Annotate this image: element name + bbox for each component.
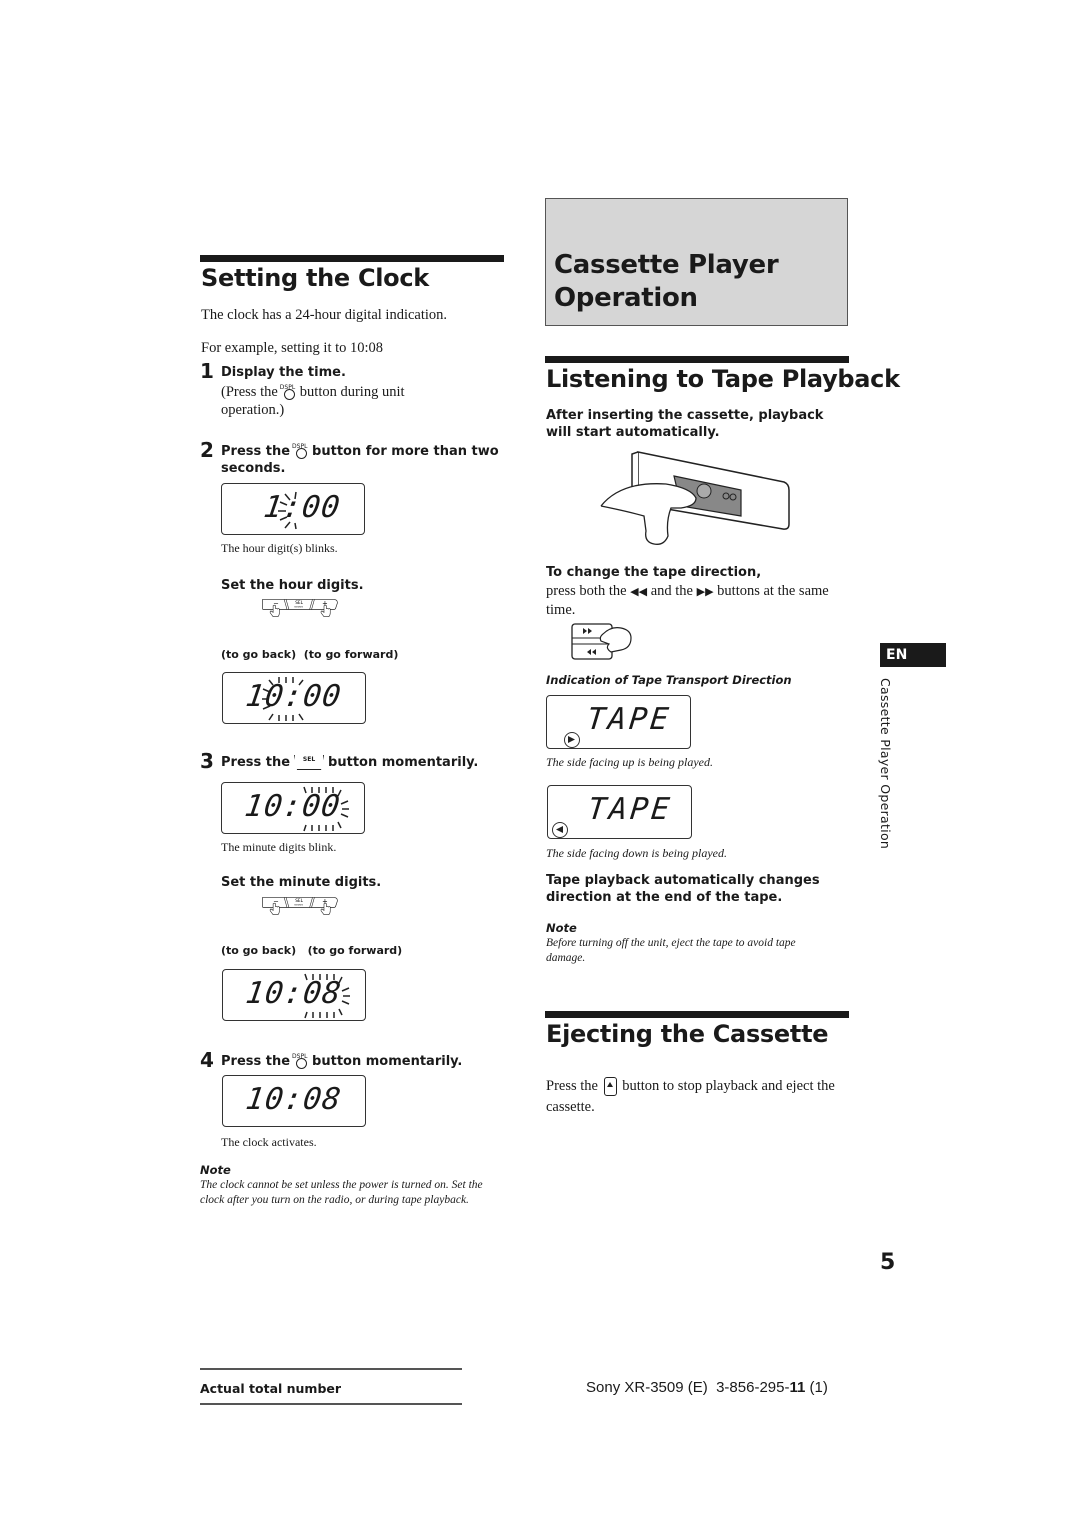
change-direction-text: press both the ◀◀ and the ▶▶ buttons at … <box>546 582 846 619</box>
note-text: The clock cannot be set unless the power… <box>200 1179 483 1206</box>
clock-display-digits: 1:00 <box>261 490 343 525</box>
display-caption: The hour digit(s) blinks. <box>221 541 338 555</box>
note-heading: Note <box>546 921 577 935</box>
step-2-text-before: Press the <box>221 444 291 459</box>
footer-part-suffix: (1) <box>805 1379 828 1396</box>
change-direction-mid: and the <box>650 583 693 599</box>
language-tab: EN <box>880 643 946 667</box>
set-hour-heading: Set the hour digits. <box>221 578 364 593</box>
set-minute-heading: Set the minute digits. <box>221 875 382 890</box>
change-direction-heading: To change the tape direction, <box>546 565 762 580</box>
step-number: 1 <box>200 359 214 383</box>
rewind-icon: ◀◀ <box>630 586 648 598</box>
dspl-button-icon: DSPL <box>292 1053 308 1069</box>
clock-display: 10:00 <box>221 782 365 834</box>
eject-text-before: Press the <box>546 1078 598 1094</box>
clock-display-digits: 10:08 <box>243 976 344 1011</box>
step-1-text-after: button during unit <box>299 384 405 400</box>
tape-caption-forward: The side facing up is being played. <box>546 755 713 769</box>
footer-rule-top <box>200 1368 462 1370</box>
footer-part-bold: 11 <box>789 1379 806 1396</box>
step-1-text-line2: operation.) <box>221 402 285 418</box>
go-back-label: (to go back) <box>221 648 297 661</box>
step-3-heading: Press the SEL button momentarily. <box>221 754 478 771</box>
section-title-listening: Listening to Tape Playback <box>546 365 900 393</box>
section-title-setting-clock: Setting the Clock <box>201 264 429 292</box>
svg-text:ooooo: ooooo <box>294 605 303 609</box>
sel-label: SEL <box>302 756 316 763</box>
clock-display: 10:08 <box>222 969 366 1021</box>
forward-direction-icon <box>564 732 580 748</box>
sel-button-icon: SEL <box>294 755 325 770</box>
clock-example: For example, setting it to 10:08 <box>201 340 384 356</box>
clock-display-digits: 10:08 <box>243 1082 344 1117</box>
go-forward-label: (to go forward) <box>303 648 399 661</box>
display-caption: The clock activates. <box>221 1135 317 1149</box>
note-heading: Note <box>200 1163 231 1177</box>
dspl-button-icon: DSPL <box>292 443 308 459</box>
tape-display-forward: TAPE <box>546 695 691 749</box>
display-caption: The minute digits blink. <box>221 840 337 854</box>
step-1-text: (Press the DSPL button during unit operati… <box>221 383 405 419</box>
tape-caption-reverse: The side facing down is being played. <box>546 846 727 860</box>
svg-text:ooooo: ooooo <box>294 903 303 907</box>
step-1-text-before: (Press the <box>221 384 278 400</box>
cassette-insert-illustration <box>600 451 790 545</box>
clock-display-digits: 10:00 <box>243 679 344 714</box>
step-4-heading: Press the DSPL button momentarily. <box>221 1053 462 1070</box>
chapter-title-line2: Operation <box>554 283 698 313</box>
step-3-text-after: button momentarily. <box>328 755 479 770</box>
step-2-heading: Press the DSPL button for more than two se… <box>221 443 499 477</box>
tape-display-text: TAPE <box>586 792 675 827</box>
step-4-text-after: button momentarily. <box>312 1054 463 1069</box>
step-number: 3 <box>200 749 214 773</box>
step-number: 4 <box>200 1048 214 1072</box>
clock-intro: The clock has a 24-hour digital indicati… <box>201 307 448 323</box>
footer-actual-total: Actual total number <box>200 1381 342 1396</box>
step-4-text-before: Press the <box>221 1054 291 1069</box>
step-number: 2 <box>200 438 214 462</box>
change-direction-before: press both the <box>546 583 627 599</box>
section-rule <box>200 255 504 262</box>
clock-display: 1:00 <box>221 483 365 535</box>
section-rule <box>545 1011 849 1018</box>
footer-part-prefix: 3-856-295- <box>716 1379 790 1396</box>
minute-rocker-button[interactable]: − SEL ooooo + <box>221 896 379 920</box>
go-forward-label: (to go forward) <box>307 944 403 957</box>
page-number: 5 <box>880 1250 896 1275</box>
chapter-title-line1: Cassette Player <box>554 250 779 280</box>
minute-rocker-labels: (to go back) (to go forward) <box>221 944 402 957</box>
ff-rew-buttons-illustration <box>571 623 632 660</box>
reverse-direction-icon <box>552 822 568 838</box>
step-2-text-line2: seconds. <box>221 461 286 476</box>
hour-rocker-button[interactable]: − SEL ooooo + <box>221 598 379 622</box>
tape-display-text: TAPE <box>585 702 674 737</box>
eject-button-icon <box>603 1077 617 1097</box>
tape-display-reverse: TAPE <box>547 785 692 839</box>
clock-display: 10:08 <box>222 1075 366 1127</box>
footer-model-number: Sony XR-3509 (E) 3-856-295-11 (1) <box>586 1379 828 1396</box>
chapter-title-box: Cassette Player Operation <box>545 198 848 326</box>
step-3-text-before: Press the <box>221 755 291 770</box>
clock-display-digits: 10:00 <box>242 789 343 824</box>
go-back-label: (to go back) <box>221 944 297 957</box>
side-section-label: Cassette Player Operation <box>878 678 893 850</box>
chapter-title: Cassette Player Operation <box>554 249 779 315</box>
auto-reverse-text: Tape playback automatically changes dire… <box>546 873 820 905</box>
clock-display: 10:00 <box>222 672 366 724</box>
dspl-button-icon: DSPL <box>280 384 296 400</box>
indication-heading: Indication of Tape Transport Direction <box>546 673 792 687</box>
fast-forward-icon: ▶▶ <box>696 586 714 598</box>
hour-rocker-labels: (to go back) (to go forward) <box>221 648 398 661</box>
eject-text: Press the button to stop playback and ej… <box>546 1076 846 1118</box>
footer-model: Sony XR-3509 (E) <box>586 1379 708 1396</box>
footer-rule-bottom <box>200 1403 462 1405</box>
step-2-text-after: button for more than two <box>312 444 499 459</box>
listening-intro: After inserting the cassette, playback w… <box>546 408 824 440</box>
note-text: Before turning off the unit, eject the t… <box>546 937 796 964</box>
section-rule <box>545 356 849 363</box>
section-title-ejecting: Ejecting the Cassette <box>546 1020 829 1048</box>
